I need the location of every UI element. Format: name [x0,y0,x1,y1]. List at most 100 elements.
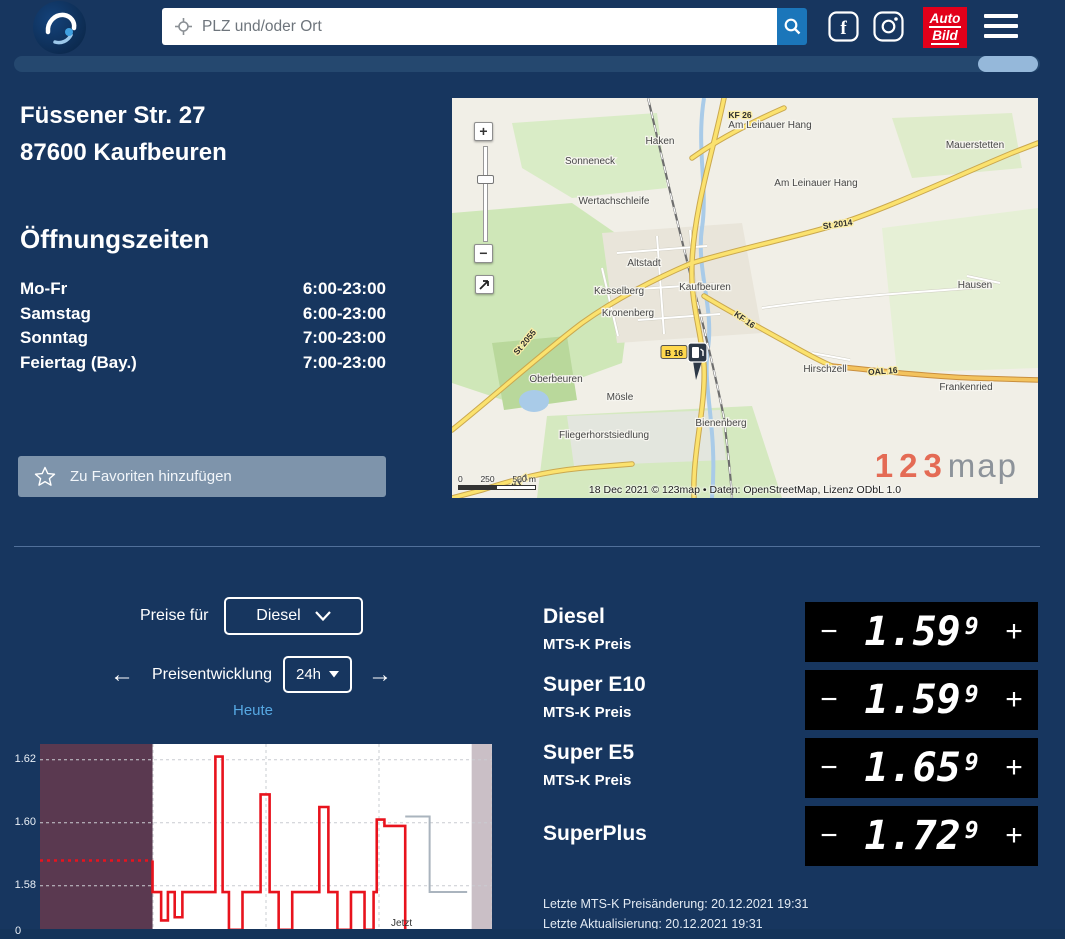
map-place-label: Am Leinauer Hang [774,178,857,189]
watermark-word: map [947,447,1018,484]
star-icon [34,466,56,486]
price-for-label: Preise für [140,607,209,624]
price-decrease-button[interactable]: − [819,821,839,851]
day-label: Mo-Fr [20,279,68,298]
price-display: − 1.65 9 + [805,738,1038,798]
price-display: − 1.72 9 + [805,806,1038,866]
chart-x-tick-now: Jetzt [391,918,412,929]
chart-plot-area: Jetzt [40,744,492,930]
opening-hours-row: Samstag 6:00-23:00 [20,302,386,327]
price-decrease-button[interactable]: − [819,617,839,647]
fuel-name: SuperPlus [543,822,647,845]
map-place-label: Altstadt [627,258,661,269]
time-range-value: 24h [295,666,322,683]
road-badge-label: B 16 [665,348,683,358]
map-road-label: KF 26 [728,110,751,120]
price-decrease-button[interactable]: − [819,685,839,715]
map-place-label: Frankenried [939,382,992,393]
fuel-name: Super E5 [543,741,635,764]
search-button[interactable] [777,8,807,45]
autobild-word-auto: Auto [928,10,962,28]
horizontal-scrollbar-track[interactable] [14,56,1040,72]
price-value: 1.59 9 [864,677,979,723]
price-display: − 1.59 9 + [805,602,1038,662]
locate-crosshair-icon [175,18,192,35]
fuel-type-select[interactable]: Diesel [224,597,363,635]
map-place-label: Wertachschleife [579,196,650,207]
chart-y-tick: 1.60 [14,815,36,828]
map-place-label: Hausen [958,280,992,291]
map-zoom-in-button[interactable]: + [474,122,493,141]
map-watermark: 123map [875,449,1018,482]
chart-y-tick: 1.58 [14,878,36,891]
map-place-label: Fliegerhorstsiedlung [559,430,649,441]
price-increase-button[interactable]: + [1004,821,1024,851]
chart-x-tick-zero: 0 [15,925,22,937]
fuel-type-value: Diesel [256,607,301,624]
map-place-label: Sonneneck [565,156,616,167]
map-zoom-slider-track[interactable] [483,146,488,242]
price-value: 1.65 9 [864,745,979,791]
map-place-label: Kaufbeuren [679,282,731,293]
map-place-label: Bienenberg [695,418,746,429]
facebook-button[interactable]: f [828,11,859,42]
search-input[interactable] [162,8,777,45]
day-label: Samstag [20,303,91,323]
instagram-dot-icon [894,17,898,21]
day-label: Sonntag [20,328,88,347]
map-place-label: Hirschzell [803,364,846,375]
page: f Auto Bild Füssener Str. 27 87600 Kaufb… [0,0,1065,939]
map-canvas: Haken Am Leinauer Hang Am Leinauer Hang Mau… [452,98,1038,498]
trend-prev-button[interactable]: ← [110,661,134,689]
pan-arrow-icon [479,280,489,290]
menu-bar-icon [984,34,1018,38]
map-place-label: Mösle [607,392,634,403]
trend-next-button[interactable]: → [368,661,392,689]
hours-value: 6:00-23:00 [302,279,386,298]
map-place-label: Kesselberg [594,286,644,297]
station-city: 87600 Kaufbeuren [20,139,227,166]
time-range-select[interactable]: 24h [283,656,352,693]
opening-hours-row: Feiertag (Bay.) 7:00-23:00 [20,351,386,376]
opening-hours-table: Mo-Fr 6:00-23:00 Samstag 6:00-23:00 Sonn… [20,277,386,375]
opening-hours-row: Mo-Fr 6:00-23:00 [20,277,386,302]
map-place-label: Am Leinauer Hang [728,120,811,131]
map-pan-arrow-button[interactable] [475,275,494,294]
fuel-name: Diesel [543,605,605,628]
fuel-pump-icon [692,347,699,358]
price-increase-button[interactable]: + [1004,617,1024,647]
trend-label: Preisentwicklung [152,666,273,683]
map-zoom-slider-handle[interactable] [477,175,494,184]
scale-mid: 250 [480,474,495,484]
opening-hours-row: Sonntag 7:00-23:00 [20,326,386,351]
price-history-chart: 1.62 1.60 1.58 Jetzt [14,744,492,930]
price-increase-button[interactable]: + [1004,685,1024,715]
scale-end: 500 m [512,474,536,484]
map[interactable]: Haken Am Leinauer Hang Am Leinauer Hang Mau… [452,98,1038,498]
map-zoom-out-button[interactable]: − [474,244,493,263]
facebook-f-icon: f [840,18,847,39]
map-road-label: OAL 16 [868,365,899,377]
station-street: Füssener Str. 27 [20,102,206,129]
search-box [162,8,807,45]
menu-bar-icon [984,24,1018,28]
price-display: − 1.59 9 + [805,670,1038,730]
today-link[interactable]: Heute [203,702,303,719]
price-increase-button[interactable]: + [1004,753,1024,783]
instagram-button[interactable] [873,11,904,42]
autobild-logo[interactable]: Auto Bild [923,7,967,48]
last-price-change: Letzte MTS-K Preisänderung: 20.12.2021 1… [543,897,809,911]
map-place-label: Oberbeuren [529,374,582,385]
menu-bar-icon [984,14,1018,18]
hours-value: 7:00-23:00 [302,328,386,347]
add-favorite-button[interactable]: Zu Favoriten hinzufügen [18,456,386,497]
hamburger-menu-button[interactable] [984,14,1018,41]
hours-value: 7:00-23:00 [302,352,386,372]
site-logo[interactable] [33,1,86,54]
search-icon [784,18,801,35]
horizontal-scrollbar-thumb[interactable] [978,56,1038,72]
hours-value: 6:00-23:00 [302,303,386,323]
map-place-label: Kronenberg [602,308,654,319]
opening-hours-title: Öffnungszeiten [20,224,210,254]
price-decrease-button[interactable]: − [819,753,839,783]
